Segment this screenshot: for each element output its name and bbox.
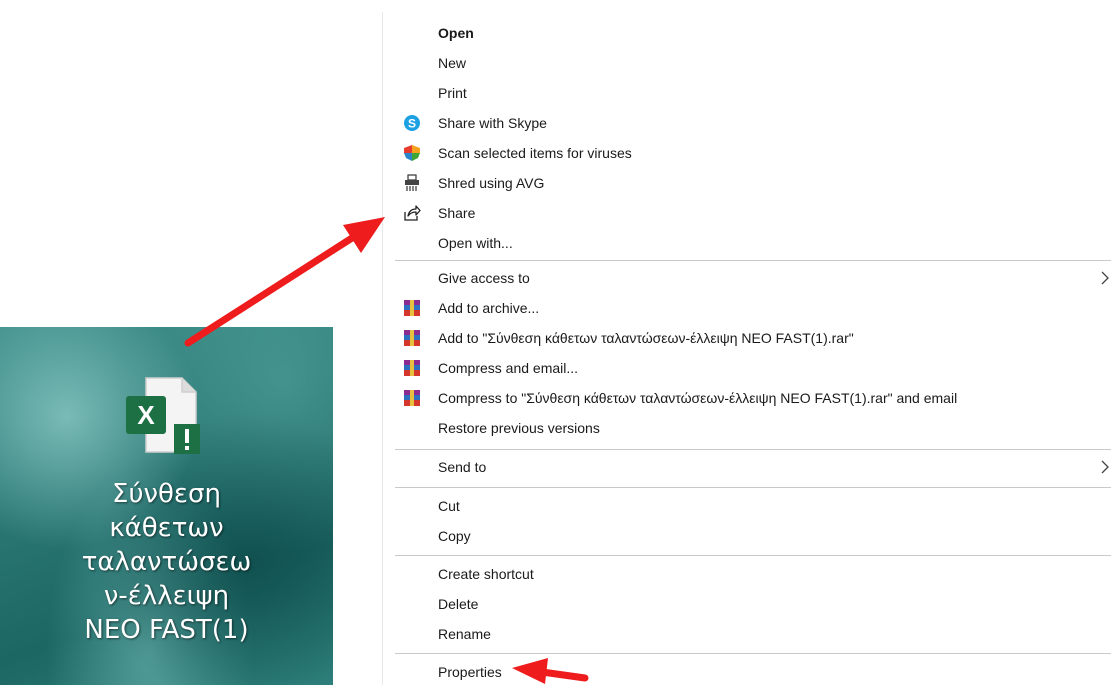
menu-item-label: Cut (438, 498, 460, 514)
menu-item-label: Copy (438, 528, 471, 544)
file-label-line: NEO FAST(1) (84, 615, 249, 645)
menu-item-label: New (438, 55, 467, 71)
menu-item-share[interactable]: Share (383, 198, 1117, 228)
menu-item-print[interactable]: Print (383, 78, 1117, 108)
menu-separator (395, 653, 1111, 654)
menu-item-send-to[interactable]: Send to (383, 452, 1117, 482)
menu-item-add-to-archive[interactable]: Add to archive... (383, 293, 1117, 323)
menu-item-label: Open (438, 25, 474, 41)
menu-item-add-to-rar[interactable]: Add to "Σύνθεση κάθετων ταλαντώσεων-έλλε… (383, 323, 1117, 353)
desktop-background: X Σύνθεση κάθετων ταλαντώσεω ν-έλλειψη N… (0, 327, 333, 685)
menu-item-label: Print (438, 85, 467, 101)
avg-scan-icon (403, 144, 421, 162)
menu-item-label: Restore previous versions (438, 420, 600, 436)
winrar-icon (403, 389, 421, 407)
winrar-icon (403, 359, 421, 377)
file-label-line: Σύνθεση (112, 479, 221, 509)
menu-item-copy[interactable]: Copy (383, 521, 1117, 551)
menu-separator (395, 260, 1111, 261)
menu-item-rename[interactable]: Rename (383, 619, 1117, 649)
file-label-line: κάθετων (109, 513, 224, 543)
skype-icon: S (403, 114, 421, 132)
file-label-line: ν-έλλειψη (103, 581, 230, 611)
menu-item-create-shortcut[interactable]: Create shortcut (383, 559, 1117, 589)
menu-separator (395, 487, 1111, 488)
menu-item-label: Compress and email... (438, 360, 579, 376)
menu-item-compress-and-email[interactable]: Compress and email... (383, 353, 1117, 383)
file-label-line: ταλαντώσεω (81, 547, 252, 577)
arrow-to-menu (184, 217, 385, 347)
winrar-icon (403, 329, 421, 347)
menu-separator (395, 555, 1111, 556)
menu-item-cut[interactable]: Cut (383, 491, 1117, 521)
menu-item-shred-avg[interactable]: Shred using AVG (383, 168, 1117, 198)
shredder-icon (403, 174, 421, 192)
menu-item-label: Add to "Σύνθεση κάθετων ταλαντώσεων-έλλε… (438, 330, 854, 346)
menu-item-give-access[interactable]: Give access to (383, 263, 1117, 293)
context-menu: Open New Print S Share with Skype Scan s… (383, 12, 1117, 685)
share-icon (403, 204, 421, 222)
menu-item-label: Delete (438, 596, 479, 612)
excel-file-warning-icon[interactable]: X (124, 374, 204, 458)
menu-item-label: Send to (438, 459, 487, 475)
menu-item-share-with-skype[interactable]: S Share with Skype (383, 108, 1117, 138)
menu-item-label: Scan selected items for viruses (438, 145, 632, 161)
menu-item-label: Compress to "Σύνθεση κάθετων ταλαντώσεων… (438, 390, 958, 406)
menu-item-properties[interactable]: Properties (383, 657, 1117, 687)
winrar-icon (403, 299, 421, 317)
menu-item-label: Share (438, 205, 476, 221)
svg-text:S: S (408, 117, 416, 131)
menu-item-label: Share with Skype (438, 115, 547, 131)
chevron-right-icon (1099, 458, 1111, 476)
menu-item-label: Add to archive... (438, 300, 540, 316)
excel-badge-letter: X (137, 400, 155, 430)
menu-item-label: Properties (438, 664, 502, 680)
menu-item-label: Create shortcut (438, 566, 534, 582)
menu-item-open[interactable]: Open (383, 18, 1117, 48)
menu-item-open-with[interactable]: Open with... (383, 228, 1117, 258)
menu-item-scan-viruses[interactable]: Scan selected items for viruses (383, 138, 1117, 168)
menu-item-label: Rename (438, 626, 491, 642)
menu-item-label: Open with... (438, 235, 513, 251)
menu-item-delete[interactable]: Delete (383, 589, 1117, 619)
chevron-right-icon (1099, 269, 1111, 287)
menu-item-label: Give access to (438, 270, 530, 286)
menu-separator (395, 449, 1111, 450)
menu-item-compress-to-rar-and-email[interactable]: Compress to "Σύνθεση κάθετων ταλαντώσεων… (383, 383, 1117, 413)
menu-item-restore-previous-versions[interactable]: Restore previous versions (383, 413, 1117, 443)
menu-item-label: Shred using AVG (438, 175, 545, 191)
desktop-file-label[interactable]: Σύνθεση κάθετων ταλαντώσεω ν-έλλειψη NEO… (0, 477, 333, 647)
menu-item-new[interactable]: New (383, 48, 1117, 78)
